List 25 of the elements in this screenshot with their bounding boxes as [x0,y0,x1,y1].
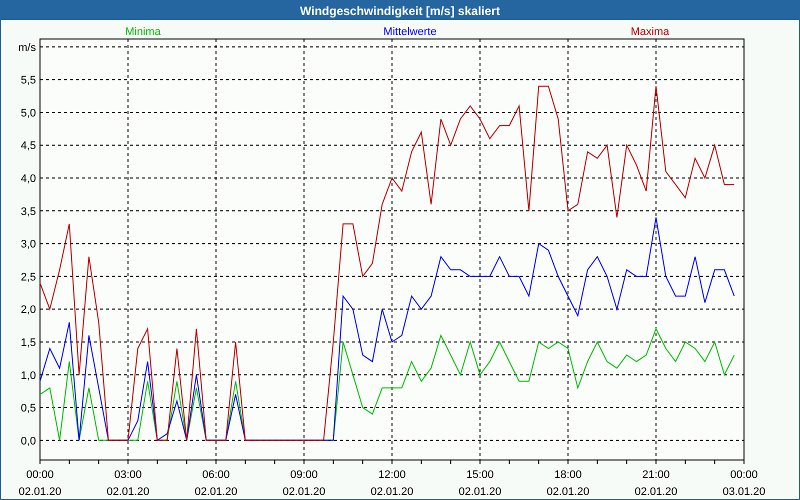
axis-tick-label: 03:00 02.01.20 [106,469,150,498]
axis-tick-label: 09:00 02.01.20 [282,469,326,498]
axis-tick-label: 1,0 [20,370,36,382]
axis-tick-label: 3,0 [20,238,36,251]
legend-label: Minima [125,26,161,38]
legend-label: Mittelwerte [383,26,437,38]
axis-tick-label: 1,5 [20,336,36,349]
axis-tick-label: 18:00 02.01.20 [546,469,590,498]
axis-tick-label: 0,0 [20,435,36,448]
axis-tick-label: 00:00 03.01.20 [722,469,766,498]
axis-unit-label: m/s [18,42,36,54]
axis-tick-label: 2,5 [20,271,36,284]
legend-label: Maxima [630,26,670,38]
axis-tick-label: 4,5 [20,140,36,152]
axis-tick-label: 0,5 [20,402,36,415]
axis-tick-label: 12:00 02.01.20 [370,469,414,498]
axis-tick-label: 06:00 02.01.20 [194,469,238,498]
axis-tick-label: 3,5 [20,206,36,218]
axis-tick-label: 15:00 02.01.20 [458,469,502,498]
axis-tick-label: 4,0 [20,173,36,186]
axis-tick-label: 2,0 [20,304,36,316]
axis-tick-label: 00:00 02.01.20 [18,469,62,498]
axis-tick-label: 5,5 [20,74,36,87]
axis-tick-label: 5,0 [20,107,36,120]
axis-tick-label: 21:00 02.01.20 [634,469,678,498]
